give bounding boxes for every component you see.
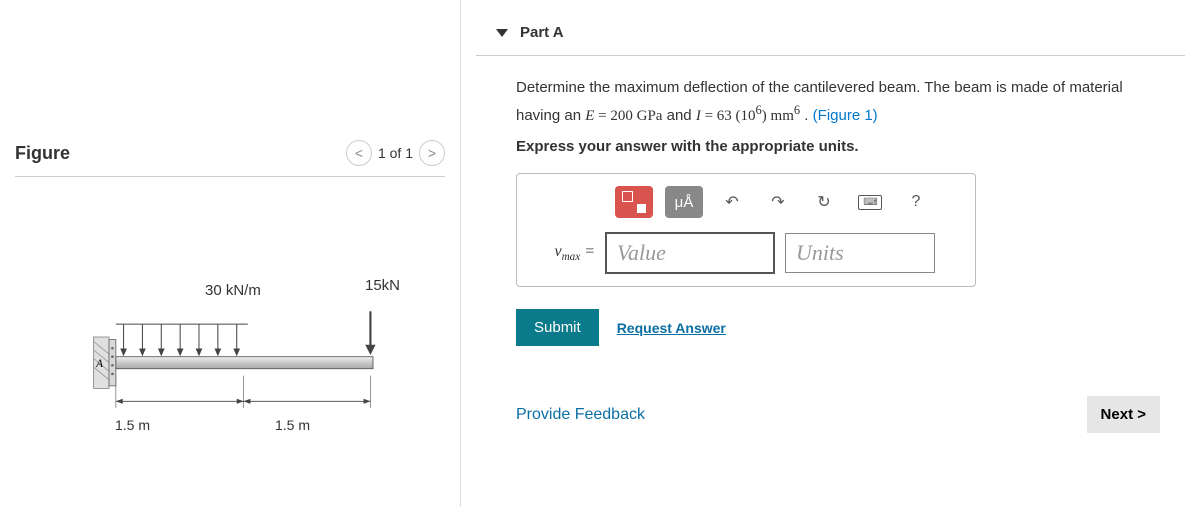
figure-title: Figure xyxy=(15,143,70,164)
submit-button[interactable]: Submit xyxy=(516,309,599,346)
distributed-load-label: 30 kN/m xyxy=(205,282,261,299)
undo-icon[interactable]: ↶ xyxy=(715,187,749,217)
reset-icon[interactable]: ↻ xyxy=(807,187,841,217)
caret-down-icon xyxy=(496,29,508,37)
figure-pager: < 1 of 1 > xyxy=(346,140,445,166)
keyboard-icon[interactable]: ⌨ xyxy=(853,187,887,217)
answer-box: μÅ ↶ ↷ ↻ ⌨ ? vmax = Value Units xyxy=(516,173,976,287)
svg-text:A: A xyxy=(95,358,103,370)
point-load-label: 15kN xyxy=(365,277,400,294)
figure-diagram: 30 kN/m 15kN xyxy=(15,267,445,467)
answer-toolbar: μÅ ↶ ↷ ↻ ⌨ ? xyxy=(615,186,957,218)
problem-text: Determine the maximum deflection of the … xyxy=(516,76,1165,128)
units-input[interactable]: Units xyxy=(785,233,935,273)
instruction-text: Express your answer with the appropriate… xyxy=(516,138,1165,155)
provide-feedback-link[interactable]: Provide Feedback xyxy=(516,406,645,424)
beam-svg: A xyxy=(55,307,415,427)
redo-icon[interactable]: ↷ xyxy=(761,187,795,217)
dim-left-label: 1.5 m xyxy=(115,417,150,433)
pager-prev-button[interactable]: < xyxy=(346,140,372,166)
variable-label: vmax = xyxy=(535,243,595,263)
figure-header: Figure < 1 of 1 > xyxy=(15,140,445,177)
templates-icon[interactable] xyxy=(615,186,653,218)
request-answer-link[interactable]: Request Answer xyxy=(617,320,726,336)
figure-link[interactable]: (Figure 1) xyxy=(813,107,878,124)
pager-text: 1 of 1 xyxy=(378,145,413,161)
help-icon[interactable]: ? xyxy=(899,187,933,217)
symbols-icon[interactable]: μÅ xyxy=(665,186,703,218)
value-input[interactable]: Value xyxy=(605,232,775,274)
part-title: Part A xyxy=(520,24,564,41)
next-button[interactable]: Next > xyxy=(1087,396,1160,433)
part-header[interactable]: Part A xyxy=(476,10,1185,56)
dim-right-label: 1.5 m xyxy=(275,417,310,433)
pager-next-button[interactable]: > xyxy=(419,140,445,166)
